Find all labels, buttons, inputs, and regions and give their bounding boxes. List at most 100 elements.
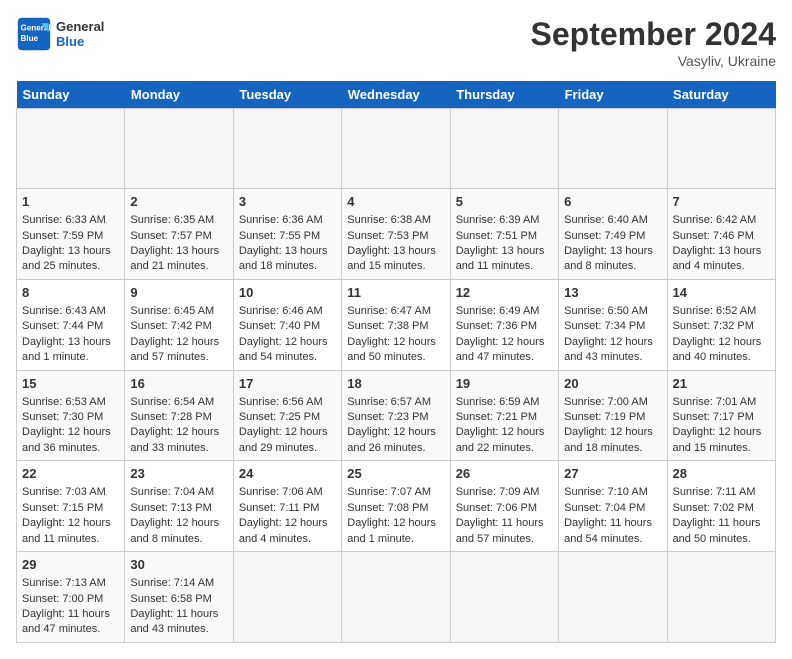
day-info: Sunrise: 7:09 AM <box>456 485 553 500</box>
month-title: September 2024 <box>531 16 776 53</box>
day-info: Daylight: 11 hours and 57 minutes. <box>456 516 553 547</box>
day-number: 28 <box>673 465 770 483</box>
day-info: Sunset: 7:19 PM <box>564 410 661 425</box>
day-number: 26 <box>456 465 553 483</box>
calendar-week-3: 8Sunrise: 6:43 AMSunset: 7:44 PMDaylight… <box>17 279 776 370</box>
day-number: 1 <box>22 193 119 211</box>
calendar-cell: 26Sunrise: 7:09 AMSunset: 7:06 PMDayligh… <box>450 461 558 552</box>
day-info: Sunset: 7:44 PM <box>22 319 119 334</box>
calendar-cell <box>342 552 450 643</box>
calendar-week-6: 29Sunrise: 7:13 AMSunset: 7:00 PMDayligh… <box>17 552 776 643</box>
day-number: 21 <box>673 375 770 393</box>
day-info: Sunrise: 7:00 AM <box>564 395 661 410</box>
day-info: Sunrise: 6:42 AM <box>673 213 770 228</box>
day-info: Sunrise: 6:52 AM <box>673 304 770 319</box>
day-info: Daylight: 12 hours and 18 minutes. <box>564 425 661 456</box>
calendar-cell: 18Sunrise: 6:57 AMSunset: 7:23 PMDayligh… <box>342 370 450 461</box>
day-info: Daylight: 11 hours and 54 minutes. <box>564 516 661 547</box>
day-header-saturday: Saturday <box>667 81 775 109</box>
calendar-cell <box>667 109 775 189</box>
calendar-cell: 14Sunrise: 6:52 AMSunset: 7:32 PMDayligh… <box>667 279 775 370</box>
calendar-cell <box>559 109 667 189</box>
day-info: Sunrise: 6:59 AM <box>456 395 553 410</box>
calendar-cell: 20Sunrise: 7:00 AMSunset: 7:19 PMDayligh… <box>559 370 667 461</box>
day-number: 30 <box>130 556 227 574</box>
day-info: Daylight: 12 hours and 4 minutes. <box>239 516 336 547</box>
day-info: Sunrise: 6:43 AM <box>22 304 119 319</box>
day-info: Daylight: 13 hours and 11 minutes. <box>456 244 553 275</box>
day-number: 6 <box>564 193 661 211</box>
calendar-cell <box>450 109 558 189</box>
day-info: Sunset: 7:49 PM <box>564 229 661 244</box>
day-info: Daylight: 13 hours and 18 minutes. <box>239 244 336 275</box>
day-info: Sunset: 7:23 PM <box>347 410 444 425</box>
calendar-cell: 13Sunrise: 6:50 AMSunset: 7:34 PMDayligh… <box>559 279 667 370</box>
day-info: Sunset: 7:02 PM <box>673 501 770 516</box>
day-number: 14 <box>673 284 770 302</box>
day-info: Daylight: 12 hours and 40 minutes. <box>673 335 770 366</box>
day-info: Sunrise: 6:54 AM <box>130 395 227 410</box>
day-info: Daylight: 12 hours and 50 minutes. <box>347 335 444 366</box>
day-info: Daylight: 13 hours and 21 minutes. <box>130 244 227 275</box>
day-number: 7 <box>673 193 770 211</box>
calendar-cell <box>559 552 667 643</box>
day-info: Sunset: 7:08 PM <box>347 501 444 516</box>
day-number: 11 <box>347 284 444 302</box>
svg-text:Blue: Blue <box>21 34 39 43</box>
calendar-cell: 17Sunrise: 6:56 AMSunset: 7:25 PMDayligh… <box>233 370 341 461</box>
day-info: Daylight: 13 hours and 15 minutes. <box>347 244 444 275</box>
header-row: SundayMondayTuesdayWednesdayThursdayFrid… <box>17 81 776 109</box>
day-info: Sunset: 7:17 PM <box>673 410 770 425</box>
day-info: Daylight: 12 hours and 8 minutes. <box>130 516 227 547</box>
day-info: Daylight: 12 hours and 33 minutes. <box>130 425 227 456</box>
day-number: 27 <box>564 465 661 483</box>
day-header-monday: Monday <box>125 81 233 109</box>
day-info: Sunset: 7:46 PM <box>673 229 770 244</box>
day-info: Sunset: 7:51 PM <box>456 229 553 244</box>
calendar-cell <box>342 109 450 189</box>
day-number: 2 <box>130 193 227 211</box>
day-info: Sunset: 6:58 PM <box>130 592 227 607</box>
day-info: Sunset: 7:55 PM <box>239 229 336 244</box>
day-number: 24 <box>239 465 336 483</box>
day-info: Daylight: 13 hours and 1 minute. <box>22 335 119 366</box>
day-number: 10 <box>239 284 336 302</box>
day-header-friday: Friday <box>559 81 667 109</box>
day-info: Sunrise: 7:11 AM <box>673 485 770 500</box>
day-number: 25 <box>347 465 444 483</box>
day-info: Sunset: 7:15 PM <box>22 501 119 516</box>
day-info: Sunset: 7:36 PM <box>456 319 553 334</box>
location: Vasyliv, Ukraine <box>531 53 776 69</box>
day-info: Sunrise: 6:46 AM <box>239 304 336 319</box>
calendar-cell: 21Sunrise: 7:01 AMSunset: 7:17 PMDayligh… <box>667 370 775 461</box>
calendar-cell: 2Sunrise: 6:35 AMSunset: 7:57 PMDaylight… <box>125 189 233 280</box>
day-info: Sunrise: 6:33 AM <box>22 213 119 228</box>
day-info: Daylight: 12 hours and 11 minutes. <box>22 516 119 547</box>
day-number: 13 <box>564 284 661 302</box>
day-info: Sunrise: 6:38 AM <box>347 213 444 228</box>
day-number: 23 <box>130 465 227 483</box>
calendar-cell: 1Sunrise: 6:33 AMSunset: 7:59 PMDaylight… <box>17 189 125 280</box>
logo-icon: General Blue <box>16 16 52 52</box>
day-info: Daylight: 11 hours and 50 minutes. <box>673 516 770 547</box>
day-header-tuesday: Tuesday <box>233 81 341 109</box>
calendar-week-2: 1Sunrise: 6:33 AMSunset: 7:59 PMDaylight… <box>17 189 776 280</box>
day-info: Daylight: 12 hours and 36 minutes. <box>22 425 119 456</box>
calendar-cell <box>233 109 341 189</box>
calendar-cell: 10Sunrise: 6:46 AMSunset: 7:40 PMDayligh… <box>233 279 341 370</box>
day-info: Daylight: 12 hours and 47 minutes. <box>456 335 553 366</box>
day-info: Sunset: 7:13 PM <box>130 501 227 516</box>
day-info: Sunrise: 6:47 AM <box>347 304 444 319</box>
calendar-cell: 3Sunrise: 6:36 AMSunset: 7:55 PMDaylight… <box>233 189 341 280</box>
day-info: Sunset: 7:53 PM <box>347 229 444 244</box>
day-info: Sunrise: 7:01 AM <box>673 395 770 410</box>
calendar-week-4: 15Sunrise: 6:53 AMSunset: 7:30 PMDayligh… <box>17 370 776 461</box>
calendar-cell: 9Sunrise: 6:45 AMSunset: 7:42 PMDaylight… <box>125 279 233 370</box>
day-info: Sunset: 7:11 PM <box>239 501 336 516</box>
calendar-cell: 12Sunrise: 6:49 AMSunset: 7:36 PMDayligh… <box>450 279 558 370</box>
day-info: Daylight: 13 hours and 4 minutes. <box>673 244 770 275</box>
day-number: 17 <box>239 375 336 393</box>
day-info: Daylight: 13 hours and 25 minutes. <box>22 244 119 275</box>
calendar-cell: 30Sunrise: 7:14 AMSunset: 6:58 PMDayligh… <box>125 552 233 643</box>
calendar-cell <box>17 109 125 189</box>
